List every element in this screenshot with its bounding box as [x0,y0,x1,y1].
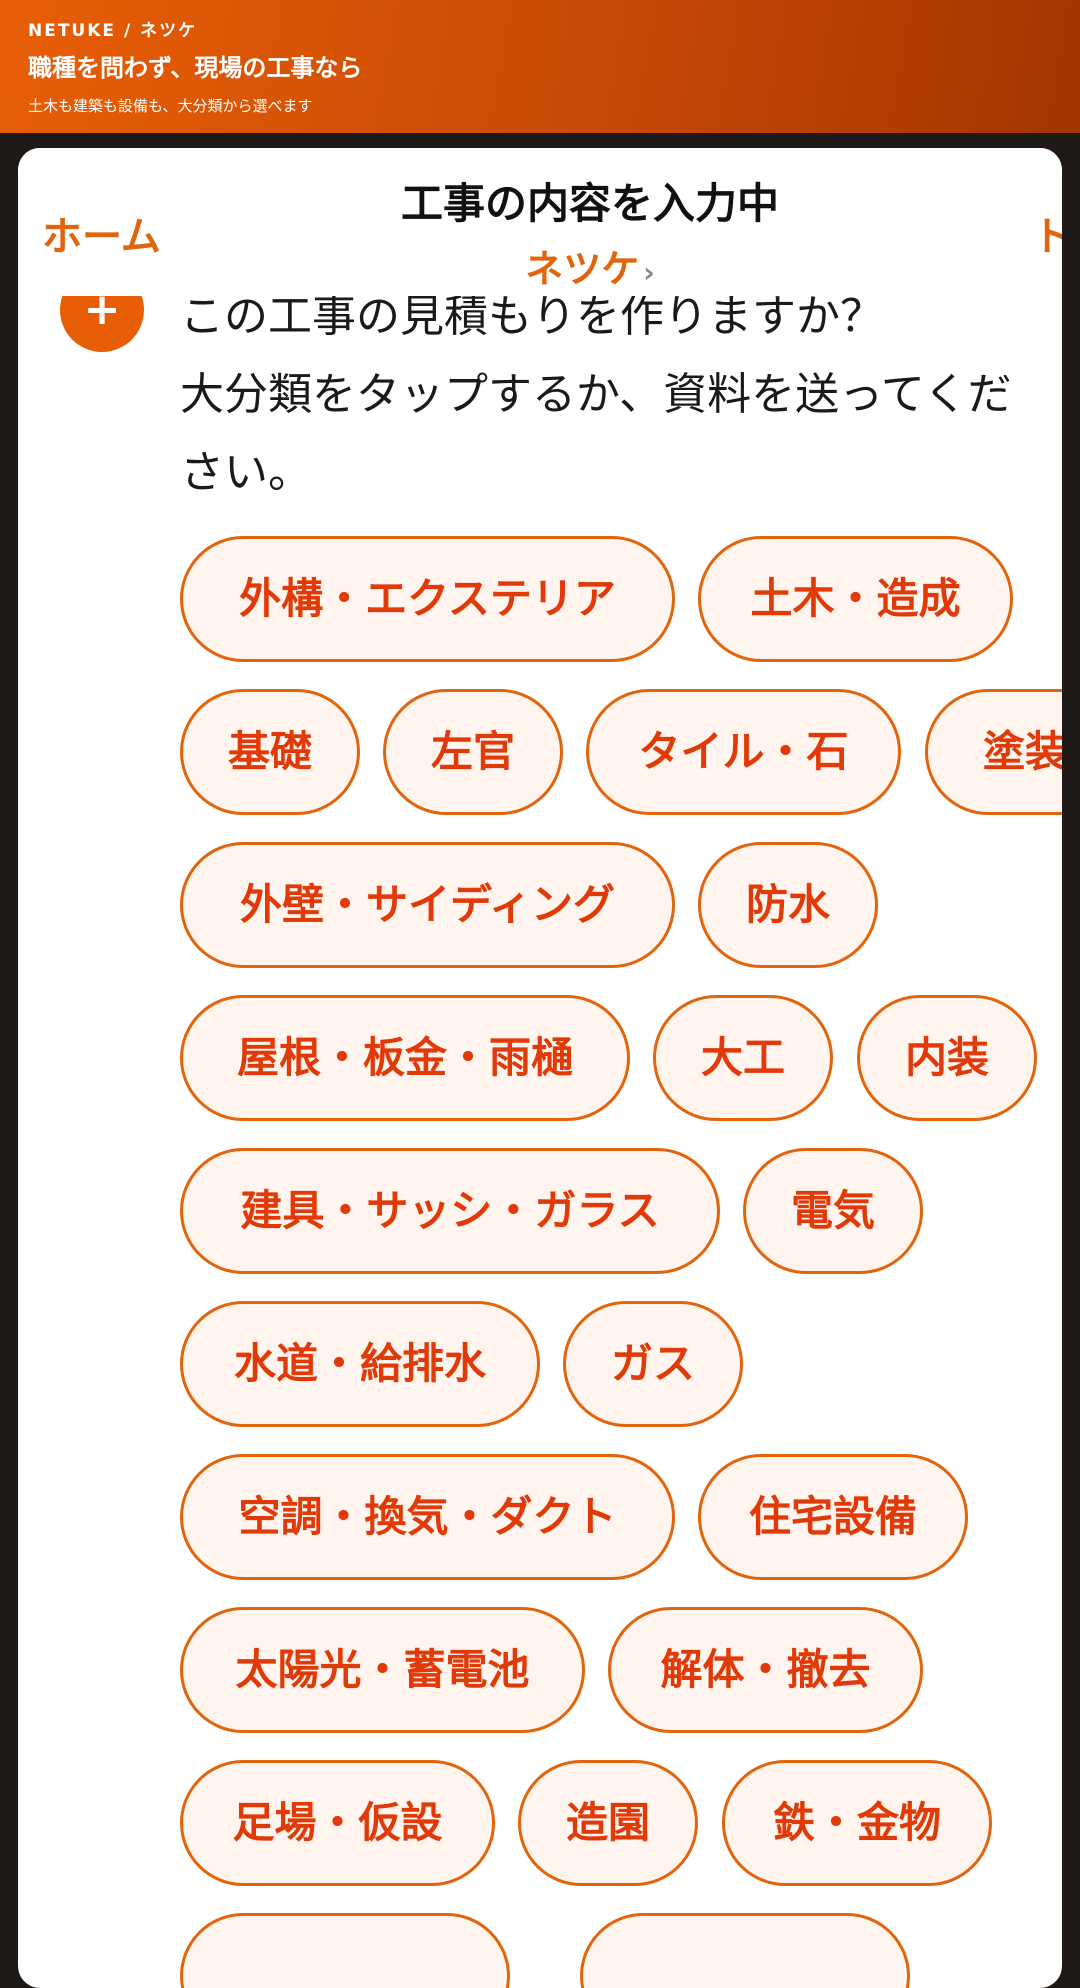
banner-subline: 土木も建築も設備も、大分類から選べます [28,97,313,115]
category-chip[interactable]: 鉄・金物 [722,1760,992,1886]
category-chip[interactable]: 土木・造成 [698,536,1013,662]
banner-headline: 職種を問わず、現場の工事なら [28,54,363,82]
category-chip[interactable]: 外壁・サイディング [180,842,675,968]
nav-bar: ホーム 工事の内容を入力中 ネツケ › ト [18,148,1062,296]
category-chip[interactable]: 空調・換気・ダクト [180,1454,675,1580]
category-chip[interactable]: 基礎 [180,689,360,815]
category-chip[interactable]: 外構・エクステリア [180,536,675,662]
brand-label: NETUKE / ネツケ [28,21,198,41]
category-chip[interactable]: 防水 [698,842,878,968]
assistant-name: ネツケ [525,247,640,291]
category-chip[interactable]: 左官 [383,689,563,815]
category-chip-partial[interactable] [580,1913,910,1988]
category-chip-partial[interactable] [180,1913,510,1988]
category-chip[interactable]: 水道・給排水 [180,1301,540,1427]
category-chip[interactable]: 太陽光・蓄電池 [180,1607,585,1733]
category-chip[interactable]: 造園 [518,1760,698,1886]
nav-right-button[interactable]: ト [1032,204,1062,262]
category-chip[interactable]: 内装 [857,995,1037,1121]
page-title: 工事の内容を入力中 [400,179,779,228]
category-chip[interactable]: 建具・サッシ・ガラス [180,1148,720,1274]
category-chip[interactable]: 屋根・板金・雨樋 [180,995,630,1121]
chip-row: 空調・換気・ダクト 住宅設備 [180,1454,1062,1607]
category-chip[interactable]: 足場・仮設 [180,1760,495,1886]
chip-row: 屋根・板金・雨樋 大工 内装 [180,995,1062,1148]
chip-row: 水道・給排水 ガス [180,1301,1062,1454]
chat-sheet: ホーム 工事の内容を入力中 ネツケ › ト + この工事の見積もりを作りますか？ … [18,148,1062,1988]
message-line-2: 大分類をタップするか、資料を送ってくだ [180,369,1012,420]
category-chip[interactable]: ガス [563,1301,743,1427]
category-chip[interactable]: 塗装 [925,689,1062,815]
category-chip[interactable]: 解体・撤去 [608,1607,923,1733]
category-chip-list: 外構・エクステリア 土木・造成 基礎 左官 タイル・石 塗装 外壁・サイディング… [180,536,1062,1988]
assistant-link[interactable]: ネツケ › [18,238,1062,293]
chip-row: 基礎 左官 タイル・石 塗装 [180,689,1062,842]
chip-row: 外壁・サイディング 防水 [180,842,1062,995]
category-chip[interactable]: タイル・石 [586,689,901,815]
category-chip[interactable]: 住宅設備 [698,1454,968,1580]
message-line-3: さい。 [180,447,312,498]
assistant-message: この工事の見積もりを作りますか？ 大分類をタップするか、資料を送ってくだ さい。 [180,278,1062,512]
chip-row: 外構・エクステリア 土木・造成 [180,536,1062,689]
category-chip[interactable]: 電気 [743,1148,923,1274]
chip-row: 太陽光・蓄電池 解体・撤去 [180,1607,1062,1760]
chip-row: 足場・仮設 造園 鉄・金物 [180,1760,1062,1913]
top-banner: NETUKE / ネツケ 職種を問わず、現場の工事なら 土木も建築も設備も、大分… [0,0,1080,133]
chevron-right-icon: › [643,256,655,289]
chip-row: 建具・サッシ・ガラス 電気 [180,1148,1062,1301]
chip-row [180,1913,1062,1988]
category-chip[interactable]: 大工 [653,995,833,1121]
